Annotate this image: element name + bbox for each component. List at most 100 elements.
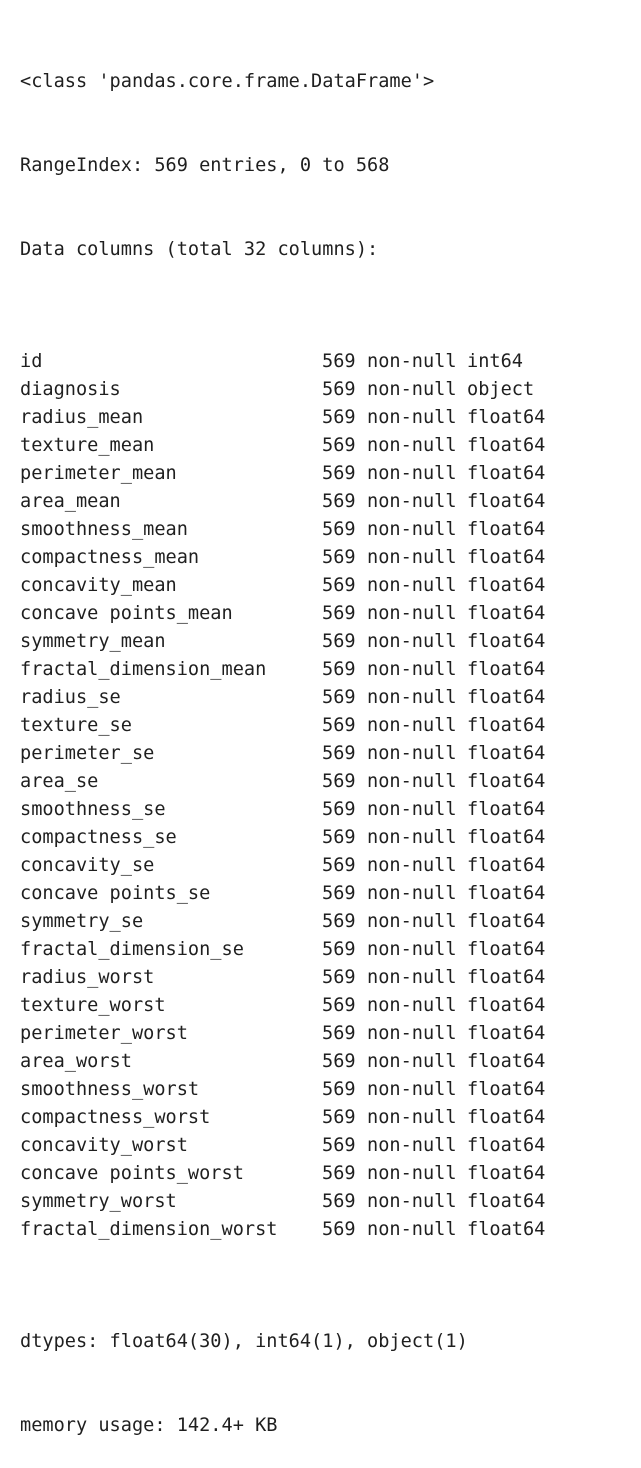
column-dtype: object	[467, 379, 535, 400]
column-nullness: non-null	[367, 743, 457, 764]
column-info-row: perimeter_mean 569 non-null float64	[20, 460, 630, 488]
column-dtype: float64	[467, 771, 546, 792]
column-nullness: non-null	[367, 547, 457, 568]
column-info-row: concave points_worst 569 non-null float64	[20, 1160, 630, 1188]
class-line: <class 'pandas.core.frame.DataFrame'>	[20, 71, 435, 92]
column-info-row: perimeter_se 569 non-null float64	[20, 740, 630, 768]
column-name: texture_se	[20, 715, 132, 736]
column-dtype: float64	[467, 827, 546, 848]
column-nullness: non-null	[367, 379, 457, 400]
column-nullness: non-null	[367, 799, 457, 820]
column-dtype: float64	[467, 687, 546, 708]
column-name: smoothness_worst	[20, 1079, 200, 1100]
column-name: texture_mean	[20, 435, 155, 456]
column-info-row: texture_se 569 non-null float64	[20, 712, 630, 740]
dtypes-line: dtypes: float64(30), int64(1), object(1)	[20, 1331, 468, 1352]
column-info-row: concave points_se 569 non-null float64	[20, 880, 630, 908]
column-name: symmetry_worst	[20, 1191, 177, 1212]
column-non-null-count: 569	[322, 435, 356, 456]
column-non-null-count: 569	[322, 491, 356, 512]
column-non-null-count: 569	[322, 379, 356, 400]
column-dtype: float64	[467, 799, 546, 820]
column-non-null-count: 569	[322, 883, 356, 904]
column-non-null-count: 569	[322, 939, 356, 960]
column-info-row: symmetry_se 569 non-null float64	[20, 908, 630, 936]
column-dtype: float64	[467, 743, 546, 764]
column-non-null-count: 569	[322, 519, 356, 540]
column-nullness: non-null	[367, 967, 457, 988]
column-nullness: non-null	[367, 631, 457, 652]
column-dtype: float64	[467, 1163, 546, 1184]
column-info-row: concave points_mean 569 non-null float64	[20, 600, 630, 628]
column-info-row: concavity_se 569 non-null float64	[20, 852, 630, 880]
column-info-row: smoothness_se 569 non-null float64	[20, 796, 630, 824]
column-dtype: int64	[467, 351, 523, 372]
column-dtype: float64	[467, 1023, 546, 1044]
column-info-row: symmetry_mean 569 non-null float64	[20, 628, 630, 656]
column-name: smoothness_mean	[20, 519, 188, 540]
column-name: perimeter_worst	[20, 1023, 188, 1044]
column-info-row: diagnosis 569 non-null object	[20, 376, 630, 404]
memory-usage-line: memory usage: 142.4+ KB	[20, 1415, 278, 1436]
column-nullness: non-null	[367, 827, 457, 848]
column-non-null-count: 569	[322, 659, 356, 680]
column-name: fractal_dimension_se	[20, 939, 244, 960]
column-non-null-count: 569	[322, 603, 356, 624]
column-nullness: non-null	[367, 463, 457, 484]
column-name: symmetry_mean	[20, 631, 166, 652]
column-info-row: concavity_mean 569 non-null float64	[20, 572, 630, 600]
column-nullness: non-null	[367, 519, 457, 540]
column-info-row: area_se 569 non-null float64	[20, 768, 630, 796]
column-nullness: non-null	[367, 1191, 457, 1212]
column-non-null-count: 569	[322, 1051, 356, 1072]
dataframe-info-output: <class 'pandas.core.frame.DataFrame'> Ra…	[20, 12, 630, 1468]
column-nullness: non-null	[367, 1135, 457, 1156]
column-dtype: float64	[467, 715, 546, 736]
column-info-row: compactness_se 569 non-null float64	[20, 824, 630, 852]
column-nullness: non-null	[367, 911, 457, 932]
column-non-null-count: 569	[322, 911, 356, 932]
data-columns-line: Data columns (total 32 columns):	[20, 239, 379, 260]
column-name: fractal_dimension_mean	[20, 659, 267, 680]
column-non-null-count: 569	[322, 547, 356, 568]
column-non-null-count: 569	[322, 799, 356, 820]
column-info-row: smoothness_mean 569 non-null float64	[20, 516, 630, 544]
column-nullness: non-null	[367, 855, 457, 876]
column-name: radius_worst	[20, 967, 155, 988]
column-non-null-count: 569	[322, 771, 356, 792]
column-name: compactness_se	[20, 827, 177, 848]
column-name: area_worst	[20, 1051, 132, 1072]
column-dtype: float64	[467, 995, 546, 1016]
column-non-null-count: 569	[322, 463, 356, 484]
column-dtype: float64	[467, 967, 546, 988]
column-non-null-count: 569	[322, 351, 356, 372]
column-nullness: non-null	[367, 883, 457, 904]
column-dtype: float64	[467, 855, 546, 876]
column-info-row: radius_se 569 non-null float64	[20, 684, 630, 712]
column-dtype: float64	[467, 575, 546, 596]
column-non-null-count: 569	[322, 995, 356, 1016]
column-info-row: concavity_worst 569 non-null float64	[20, 1132, 630, 1160]
column-dtype: float64	[467, 1079, 546, 1100]
column-info-row: symmetry_worst 569 non-null float64	[20, 1188, 630, 1216]
column-non-null-count: 569	[322, 855, 356, 876]
column-non-null-count: 569	[322, 827, 356, 848]
column-dtype: float64	[467, 407, 546, 428]
column-nullness: non-null	[367, 1051, 457, 1072]
column-info-row: area_mean 569 non-null float64	[20, 488, 630, 516]
column-non-null-count: 569	[322, 1191, 356, 1212]
column-non-null-count: 569	[322, 631, 356, 652]
column-non-null-count: 569	[322, 715, 356, 736]
column-info-row: compactness_mean 569 non-null float64	[20, 544, 630, 572]
column-nullness: non-null	[367, 407, 457, 428]
column-dtype: float64	[467, 1191, 546, 1212]
column-info-row: radius_mean 569 non-null float64	[20, 404, 630, 432]
column-dtype: float64	[467, 1135, 546, 1156]
column-dtype: float64	[467, 911, 546, 932]
column-name: diagnosis	[20, 379, 121, 400]
column-info-row: texture_worst 569 non-null float64	[20, 992, 630, 1020]
column-name: texture_worst	[20, 995, 166, 1016]
column-info-row: perimeter_worst 569 non-null float64	[20, 1020, 630, 1048]
column-non-null-count: 569	[322, 575, 356, 596]
column-info-row: compactness_worst 569 non-null float64	[20, 1104, 630, 1132]
